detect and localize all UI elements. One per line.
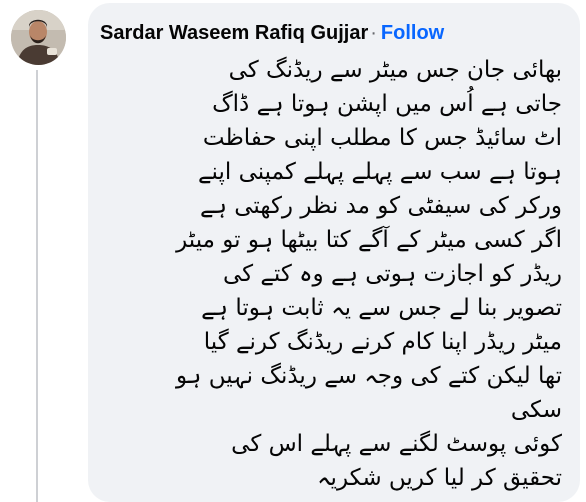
author-name[interactable]: Sardar Waseem Rafiq Gujjar <box>100 22 368 44</box>
comment-paragraph-2: کوئی پوسٹ لگنے سے پہلے اس کی تحقیق کر لی… <box>231 431 562 491</box>
follow-button[interactable]: Follow <box>381 22 444 44</box>
comment-container: Sardar Waseem Rafiq Gujjar · Follow بھائی … <box>0 0 586 502</box>
comment-bubble: Sardar Waseem Rafiq Gujjar · Follow بھائی … <box>88 3 580 502</box>
separator-dot: · <box>370 22 377 44</box>
avatar[interactable] <box>11 10 66 65</box>
thread-line <box>36 70 38 502</box>
comment-text: بھائی جان جس میٹر سے ریڈنگ کی جاتی ہے اُ… <box>102 53 562 495</box>
comment-header: Sardar Waseem Rafiq Gujjar · Follow <box>100 21 444 45</box>
profile-photo <box>11 10 66 65</box>
comment-paragraph-1: بھائی جان جس میٹر سے ریڈنگ کی جاتی ہے اُ… <box>176 57 562 423</box>
